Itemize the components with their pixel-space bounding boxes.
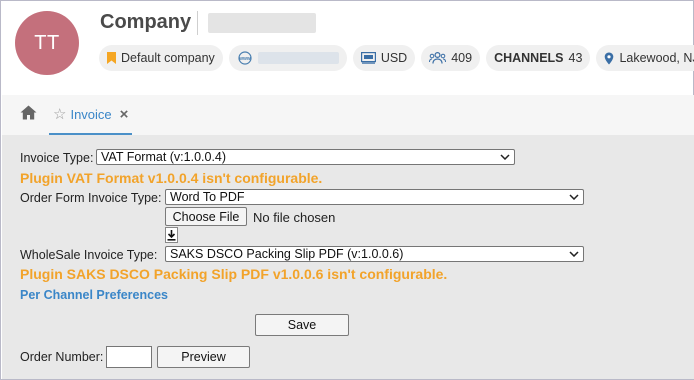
website-chip[interactable]: www <box>228 45 347 71</box>
per-channel-preferences-link[interactable]: Per Channel Preferences <box>20 288 168 302</box>
channels-label: CHANNELS <box>494 51 564 65</box>
file-status: No file chosen <box>253 210 336 225</box>
tab-invoice[interactable]: ☆ Invoice × <box>49 95 133 135</box>
channels-count: 43 <box>568 51 583 65</box>
invoice-settings-form: Invoice Type: VAT Format (v:1.0.0.4) Plu… <box>2 135 694 379</box>
order-number-label: Order Number: <box>20 350 104 364</box>
invoice-type-warning: Plugin VAT Format v1.0.0.4 isn't configu… <box>20 170 323 186</box>
www-globe-icon: www <box>237 51 253 65</box>
map-pin-icon <box>604 52 614 65</box>
order-form-type-value: Word To PDF <box>170 190 245 204</box>
location-chip[interactable]: Lakewood, NJ <box>596 45 694 71</box>
invoice-type-label: Invoice Type: <box>20 151 94 165</box>
tab-invoice-label: Invoice <box>70 106 112 122</box>
download-button[interactable] <box>165 227 178 243</box>
order-form-type-label: Order Form Invoice Type: <box>20 191 162 205</box>
invoice-type-select[interactable]: VAT Format (v:1.0.0.4) <box>96 149 515 165</box>
company-info-chips: Default company www USD 409 CHANNELS 43 … <box>99 45 694 71</box>
website-url-redacted <box>257 52 339 64</box>
bookmark-icon <box>107 52 116 64</box>
choose-file-button[interactable]: Choose File <box>165 207 247 226</box>
invoice-type-value: VAT Format (v:1.0.0.4) <box>101 150 227 164</box>
users-count: 409 <box>451 51 473 65</box>
location-label: Lakewood, NJ <box>619 51 694 65</box>
tab-bar: ☆ Invoice × <box>2 95 694 135</box>
save-button[interactable]: Save <box>255 314 349 336</box>
wholesale-type-label: WholeSale Invoice Type: <box>20 248 158 262</box>
download-icon <box>167 229 176 241</box>
currency-chip[interactable]: USD <box>352 45 416 71</box>
company-type-label: Default company <box>121 51 215 65</box>
wholesale-type-value: SAKS DSCO Packing Slip PDF (v:1.0.0.6) <box>170 247 404 261</box>
money-icon <box>360 52 376 64</box>
currency-label: USD <box>380 51 408 65</box>
company-type-chip[interactable]: Default company <box>99 45 223 71</box>
title-divider <box>197 11 198 35</box>
star-outline-icon[interactable]: ☆ <box>53 105 66 123</box>
preview-button[interactable]: Preview <box>157 346 250 368</box>
chevron-down-icon <box>500 154 510 160</box>
users-group-icon <box>429 52 447 64</box>
svg-text:www: www <box>238 56 251 62</box>
company-title: Company <box>100 11 192 33</box>
wholesale-type-select[interactable]: SAKS DSCO Packing Slip PDF (v:1.0.0.6) <box>165 246 584 262</box>
order-form-type-select[interactable]: Word To PDF <box>165 189 584 205</box>
app-window: TT Company Default company www USD 409 C… <box>0 0 694 380</box>
avatar-initials: TT <box>34 31 60 54</box>
home-icon[interactable] <box>20 105 37 125</box>
company-name-redacted <box>208 13 316 33</box>
company-avatar: TT <box>15 11 79 75</box>
users-chip[interactable]: 409 <box>421 45 481 71</box>
chevron-down-icon <box>569 251 579 257</box>
wholesale-type-warning: Plugin SAKS DSCO Packing Slip PDF v1.0.0… <box>20 266 448 282</box>
close-icon[interactable]: × <box>120 106 129 123</box>
chevron-down-icon <box>569 194 579 200</box>
channels-chip[interactable]: CHANNELS 43 <box>486 45 591 71</box>
order-number-input[interactable] <box>106 346 152 368</box>
